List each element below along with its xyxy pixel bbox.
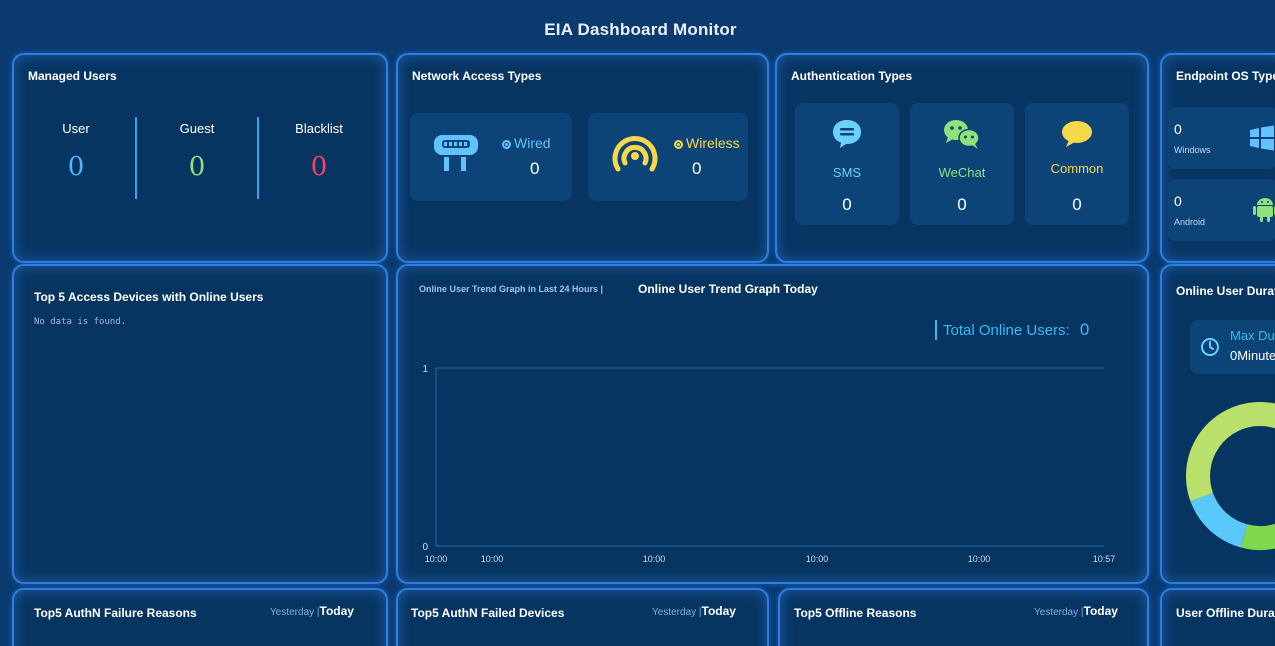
trend-chart: 1010:00 10:00 10:00 10:00 10:00 10:57: [422, 364, 1116, 564]
user-value: 0: [67, 152, 85, 182]
sms-card[interactable]: SMS 0: [795, 103, 899, 225]
wechat-icon: [944, 120, 980, 149]
authn-failed-devices-panel: Top5 AuthN Failed Devices Yesterday |Tod…: [396, 588, 769, 646]
android-card[interactable]: 0 Android: [1168, 179, 1275, 241]
period-tabs: Yesterday |Today: [270, 604, 354, 618]
windows-label: Windows: [1174, 145, 1211, 155]
clock-icon: [1201, 338, 1219, 356]
windows-value: 0: [1174, 121, 1182, 137]
tab-yesterday[interactable]: Yesterday: [270, 607, 314, 618]
x-tick-label: 10:00: [643, 554, 666, 564]
android-label: Android: [1174, 217, 1206, 227]
common-card[interactable]: Common 0: [1025, 103, 1129, 225]
donut-slice: [1186, 402, 1261, 502]
panel-title: Top 5 Access Devices with Online Users: [34, 290, 264, 304]
max-duration-value: 0Minute: [1230, 348, 1275, 363]
x-tick-label: 10:00: [481, 554, 504, 564]
user-offline-duration-panel: User Offline Dura: [1160, 588, 1275, 646]
offline-reasons-panel: Top5 Offline Reasons Yesterday |Today: [778, 588, 1149, 646]
panel-title: Authentication Types: [791, 69, 913, 83]
sms-icon: [833, 120, 861, 148]
trend-panel: Online User Trend Graph in Last 24 Hours…: [396, 264, 1149, 584]
divider: [135, 117, 137, 199]
sms-value: 0: [842, 195, 852, 214]
donut-slice: [1240, 523, 1275, 550]
donut-slice: [1190, 492, 1248, 548]
panel-title: User Offline Dura: [1176, 606, 1275, 620]
tab-today[interactable]: Today: [320, 604, 354, 618]
tab-today[interactable]: Today: [1084, 604, 1118, 618]
blacklist-value: 0: [310, 152, 328, 182]
x-tick-label: 10:00: [968, 554, 991, 564]
panel-title: Network Access Types: [412, 69, 542, 83]
panel-title: Endpoint OS Type: [1176, 69, 1275, 83]
page-title: EIA Dashboard Monitor: [544, 20, 737, 39]
panel-title: Top5 AuthN Failure Reasons: [34, 606, 197, 620]
y-tick-label: 1: [422, 364, 428, 375]
panel-title: Managed Users: [28, 69, 117, 83]
total-online-label: Total Online Users:: [943, 322, 1070, 339]
wired-card[interactable]: Wired 0: [410, 113, 572, 201]
tab-yesterday[interactable]: Yesterday: [1034, 607, 1078, 618]
chat-bubble-icon: [1062, 121, 1092, 147]
wired-device-icon: [434, 135, 478, 171]
wireless-signal-icon: [612, 136, 658, 172]
blacklist-label: Blacklist: [295, 121, 343, 136]
empty-message: No data is found.: [34, 317, 127, 327]
auth-types-panel: Authentication Types SMS 0 WeChat 0 Comm…: [775, 53, 1149, 263]
tab-today[interactable]: Today: [702, 604, 736, 618]
android-icon: [1253, 198, 1275, 222]
radio-dot: [674, 139, 683, 149]
wired-value: 0: [530, 159, 540, 178]
common-label: Common: [1050, 161, 1104, 176]
blacklist-count[interactable]: Blacklist 0: [269, 121, 369, 182]
wired-label: Wired: [514, 135, 551, 151]
y-tick-label: 0: [422, 542, 428, 553]
windows-icon: [1250, 125, 1274, 151]
wireless-label: Wireless: [686, 135, 740, 151]
authn-failure-reasons-panel: Top5 AuthN Failure Reasons Yesterday |To…: [12, 588, 388, 646]
guest-value: 0: [188, 152, 206, 182]
max-duration-label: Max Du: [1230, 328, 1275, 343]
panel-title: Online User Durat: [1176, 284, 1275, 298]
wired-radio[interactable]: Wired: [502, 135, 551, 151]
guest-label: Guest: [179, 121, 215, 136]
wireless-card[interactable]: Wireless 0: [588, 113, 748, 201]
total-online-value: 0: [1079, 320, 1090, 339]
sms-label: SMS: [832, 165, 862, 180]
dashboard: EIA Dashboard Monitor Managed Users User…: [6, 6, 1275, 646]
guest-count[interactable]: Guest 0: [147, 121, 247, 182]
x-tick-label: 10:00: [806, 554, 829, 564]
wireless-value: 0: [692, 159, 702, 178]
period-tabs: Yesterday |Today: [652, 604, 736, 618]
tab-yesterday[interactable]: Yesterday: [652, 607, 696, 618]
x-tick-label: 10:00: [425, 554, 448, 564]
wechat-card[interactable]: WeChat 0: [910, 103, 1014, 225]
panel-title: Top5 AuthN Failed Devices: [411, 606, 565, 620]
x-tick-label: 10:57: [1093, 554, 1116, 564]
panel-title: Top5 Offline Reasons: [794, 606, 917, 620]
donut-slice: [1259, 402, 1275, 429]
windows-card[interactable]: 0 Windows: [1168, 107, 1275, 169]
online-duration-panel: Online User Durat Max Du 0Minute: [1160, 264, 1275, 584]
managed-user-count[interactable]: User 0: [26, 121, 126, 182]
wireless-radio[interactable]: Wireless: [674, 135, 740, 151]
duration-donut-chart: [1186, 402, 1275, 550]
max-duration-card: Max Du 0Minute: [1190, 320, 1275, 374]
tab-last-24-hours[interactable]: Online User Trend Graph in Last 24 Hours…: [419, 284, 603, 294]
tab-today[interactable]: Online User Trend Graph Today: [638, 282, 818, 296]
user-label: User: [62, 121, 90, 136]
radio-dot: [502, 139, 511, 149]
total-online-users: Total Online Users: 0: [935, 320, 1089, 340]
wechat-label: WeChat: [938, 165, 986, 180]
top-access-devices-panel: Top 5 Access Devices with Online Users N…: [12, 264, 388, 584]
network-access-panel: Network Access Types Wired 0 Wireless 0: [396, 53, 769, 263]
android-value: 0: [1174, 193, 1182, 209]
endpoint-os-panel: Endpoint OS Type 0 Windows 0 Android: [1160, 53, 1275, 263]
divider: [257, 117, 259, 199]
managed-users-panel: Managed Users User 0 Guest 0 Blacklist 0: [12, 53, 388, 263]
period-tabs: Yesterday |Today: [1034, 604, 1118, 618]
common-value: 0: [1072, 195, 1082, 214]
wechat-value: 0: [957, 195, 967, 214]
